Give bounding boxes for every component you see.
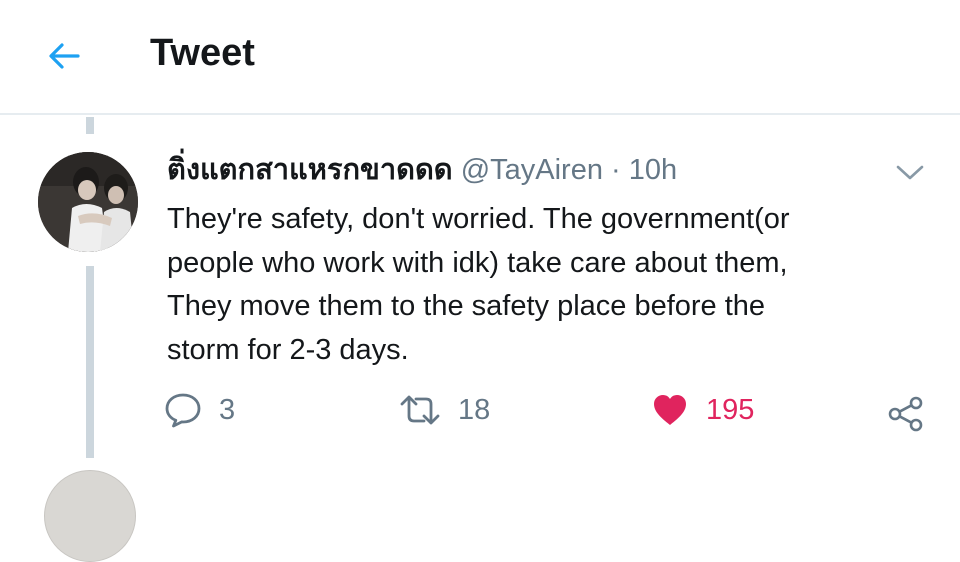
page-title: Tweet: [150, 32, 255, 74]
back-button[interactable]: [44, 38, 84, 74]
avatar-photo: [38, 152, 138, 252]
separator-dot: ·: [611, 154, 621, 186]
avatar[interactable]: [38, 152, 138, 252]
thread-line-top: [86, 117, 94, 134]
arrow-left-icon: [49, 43, 80, 69]
heart-icon: [654, 395, 686, 425]
display-name[interactable]: ติ่งแตกสาแหรกขาดดด: [167, 154, 453, 186]
tweet-text-line: They move them to the safety place befor…: [167, 290, 766, 322]
tweet-text-line: They're safety, don't worried. The gover…: [167, 203, 790, 235]
chevron-down-icon: [896, 165, 924, 180]
like-count: 195: [706, 393, 755, 426]
thread-line: [86, 266, 94, 458]
reply-count: 3: [219, 393, 236, 426]
tweet-menu-button[interactable]: [892, 158, 928, 186]
tweet-time[interactable]: 10h: [629, 154, 677, 186]
tweet-header: ติ่งแตกสาแหรกขาดดด @TayAiren · 10h: [167, 152, 677, 188]
user-handle[interactable]: @TayAiren: [461, 154, 603, 186]
tweet-text-line: storm for 2-3 days.: [167, 333, 409, 366]
tweet-text: They're safety, don't worried. The gover…: [167, 198, 927, 372]
retweet-button[interactable]: 18: [398, 388, 490, 432]
reply-button[interactable]: 3: [163, 388, 235, 432]
like-button[interactable]: 195: [650, 388, 754, 432]
retweet-count: 18: [458, 393, 491, 426]
top-bar: Tweet: [0, 0, 960, 115]
share-button[interactable]: [886, 392, 926, 436]
share-icon: [888, 396, 923, 432]
next-reply-avatar[interactable]: [44, 470, 136, 562]
tweet-text-line: people who work with idk) take care abou…: [167, 246, 788, 279]
reply-icon: [165, 393, 201, 428]
retweet-icon: [400, 395, 440, 425]
